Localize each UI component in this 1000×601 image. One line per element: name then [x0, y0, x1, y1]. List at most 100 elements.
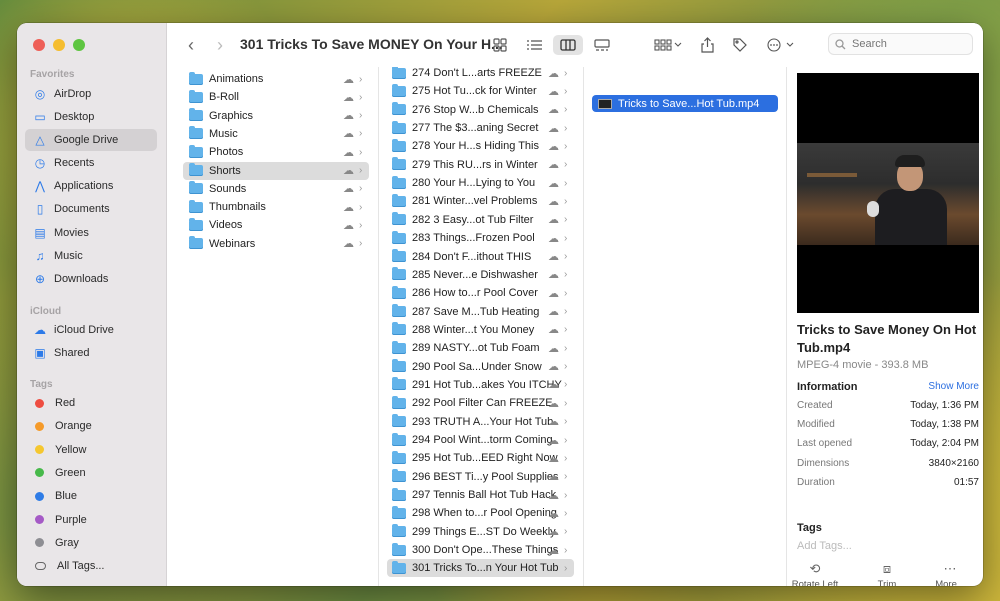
- cloud-download-icon[interactable]: ☁: [548, 415, 559, 428]
- search-input[interactable]: [852, 38, 962, 50]
- cloud-download-icon[interactable]: ☁: [548, 122, 559, 135]
- folder-row[interactable]: 277 The $3...aning Secret ☁ ›: [387, 119, 574, 137]
- show-more-link[interactable]: Show More: [928, 381, 979, 392]
- minimize-button[interactable]: [53, 39, 65, 51]
- folder-row[interactable]: Photos ☁ ›: [183, 143, 369, 161]
- folder-row[interactable]: Shorts ☁ ›: [183, 161, 369, 180]
- folder-row[interactable]: 289 NASTY...ot Tub Foam ☁ ›: [387, 339, 574, 357]
- cloud-download-icon[interactable]: ☁: [548, 360, 559, 373]
- cloud-download-icon[interactable]: ☁: [343, 201, 354, 214]
- cloud-download-icon[interactable]: ☁: [343, 219, 354, 232]
- folder-row[interactable]: 299 Things E...ST Do Weekly ☁ ›: [387, 523, 574, 541]
- folder-row[interactable]: 290 Pool Sa...Under Snow ☁ ›: [387, 358, 574, 376]
- cloud-download-icon[interactable]: ☁: [343, 146, 354, 159]
- cloud-download-icon[interactable]: ☁: [548, 103, 559, 116]
- rotate-left-button[interactable]: ⟲ Rotate Left: [785, 561, 845, 586]
- cloud-download-icon[interactable]: ☁: [548, 544, 559, 557]
- sidebar-tag-yellow[interactable]: Yellow: [25, 439, 157, 461]
- sidebar-item-downloads[interactable]: ⊕ Downloads: [25, 268, 157, 290]
- cloud-download-icon[interactable]: ☁: [548, 489, 559, 502]
- folder-row[interactable]: 285 Never...e Dishwasher ☁ ›: [387, 266, 574, 284]
- cloud-download-icon[interactable]: ☁: [548, 67, 559, 80]
- folder-row[interactable]: Sounds ☁ ›: [183, 180, 369, 198]
- trim-button[interactable]: ⧈ Trim: [857, 561, 917, 586]
- sidebar-item-recents[interactable]: ◷ Recents: [25, 152, 157, 174]
- folder-row[interactable]: Videos ☁ ›: [183, 216, 369, 234]
- sidebar-item-music[interactable]: ♫ Music: [25, 245, 157, 267]
- sidebar-item-airdrop[interactable]: ◎ AirDrop: [25, 83, 157, 105]
- folder-row[interactable]: Webinars ☁ ›: [183, 235, 369, 253]
- cloud-download-icon[interactable]: ☁: [548, 250, 559, 263]
- cloud-download-icon[interactable]: ☁: [548, 397, 559, 410]
- cloud-download-icon[interactable]: ☁: [548, 525, 559, 538]
- cloud-download-icon[interactable]: ☁: [548, 342, 559, 355]
- sidebar-tag-gray[interactable]: Gray: [25, 532, 157, 554]
- icon-view-button[interactable]: [490, 35, 510, 55]
- folder-row[interactable]: 278 Your H...s Hiding This ☁ ›: [387, 137, 574, 155]
- folder-row[interactable]: 283 Things...Frozen Pool ☁ ›: [387, 229, 574, 247]
- folder-row[interactable]: Animations ☁ ›: [183, 70, 369, 88]
- cloud-download-icon[interactable]: ☁: [548, 158, 559, 171]
- folder-row[interactable]: 279 This RU...rs in Winter ☁ ›: [387, 156, 574, 174]
- folder-row[interactable]: 301 Tricks To...n Your Hot Tub ›: [387, 559, 574, 578]
- cloud-download-icon[interactable]: ☁: [548, 195, 559, 208]
- cloud-download-icon[interactable]: ☁: [548, 470, 559, 483]
- column-view-button[interactable]: [553, 35, 583, 55]
- sidebar-item-icloud-drive[interactable]: ☁ iCloud Drive: [25, 319, 157, 341]
- cloud-download-icon[interactable]: ☁: [343, 127, 354, 140]
- sidebar-tag-orange[interactable]: Orange: [25, 415, 157, 437]
- action-menu-button[interactable]: [765, 35, 797, 55]
- sidebar-tag-all-tags[interactable]: All Tags...: [25, 555, 157, 577]
- cloud-download-icon[interactable]: ☁: [343, 73, 354, 86]
- folder-row[interactable]: 276 Stop W...b Chemicals ☁ ›: [387, 101, 574, 119]
- group-by-button[interactable]: [651, 35, 685, 55]
- sidebar-item-google-drive[interactable]: △ Google Drive: [25, 129, 157, 151]
- cloud-download-icon[interactable]: ☁: [343, 182, 354, 195]
- forward-button[interactable]: ›: [210, 35, 230, 56]
- cloud-download-icon[interactable]: ☁: [343, 237, 354, 250]
- folder-row[interactable]: Thumbnails ☁ ›: [183, 198, 369, 216]
- folder-row[interactable]: 274 Don't L...arts FREEZE ☁ ›: [387, 67, 574, 82]
- folder-row[interactable]: 293 TRUTH A...Your Hot Tub ☁ ›: [387, 413, 574, 431]
- cloud-download-icon[interactable]: ☁: [548, 323, 559, 336]
- cloud-download-icon[interactable]: ☁: [548, 232, 559, 245]
- folder-row[interactable]: 291 Hot Tub...akes You ITCHY ☁ ›: [387, 376, 574, 394]
- cloud-download-icon[interactable]: ☁: [548, 378, 559, 391]
- cloud-download-icon[interactable]: ☁: [343, 164, 354, 177]
- cloud-download-icon[interactable]: ☁: [548, 434, 559, 447]
- folder-row[interactable]: 300 Don't Ope...These Things ☁ ›: [387, 541, 574, 559]
- cloud-download-icon[interactable]: ☁: [548, 268, 559, 281]
- folder-row[interactable]: B-Roll ☁ ›: [183, 88, 369, 106]
- cloud-download-icon[interactable]: ☁: [343, 91, 354, 104]
- sidebar-tag-red[interactable]: Red: [25, 392, 157, 414]
- sidebar-item-documents[interactable]: ▯ Documents: [25, 198, 157, 220]
- sidebar-item-movies[interactable]: ▤ Movies: [25, 222, 157, 244]
- more-button[interactable]: ⋯ More...: [920, 561, 980, 586]
- sidebar-item-shared[interactable]: ▣ Shared: [25, 342, 157, 364]
- folder-row[interactable]: 288 Winter...t You Money ☁ ›: [387, 321, 574, 339]
- video-thumbnail[interactable]: [797, 73, 979, 313]
- folder-row[interactable]: 296 BEST Ti...y Pool Supplies ☁ ›: [387, 468, 574, 486]
- close-button[interactable]: [33, 39, 45, 51]
- folder-row[interactable]: 286 How to...r Pool Cover ☁ ›: [387, 284, 574, 302]
- back-button[interactable]: ‹: [181, 35, 201, 56]
- cloud-download-icon[interactable]: ☁: [548, 452, 559, 465]
- cloud-download-icon[interactable]: ☁: [343, 109, 354, 122]
- folder-row[interactable]: 282 3 Easy...ot Tub Filter ☁ ›: [387, 211, 574, 229]
- folder-row[interactable]: 281 Winter...vel Problems ☁ ›: [387, 192, 574, 210]
- folder-row[interactable]: 292 Pool Filter Can FREEZE ☁ ›: [387, 394, 574, 412]
- cloud-download-icon[interactable]: ☁: [548, 177, 559, 190]
- sidebar-tag-green[interactable]: Green: [25, 462, 157, 484]
- gallery-view-button[interactable]: [591, 35, 613, 55]
- folder-row[interactable]: 287 Save M...Tub Heating ☁ ›: [387, 303, 574, 321]
- zoom-button[interactable]: [73, 39, 85, 51]
- folder-row[interactable]: Graphics ☁ ›: [183, 107, 369, 125]
- share-button[interactable]: [697, 35, 717, 55]
- sidebar-tag-purple[interactable]: Purple: [25, 509, 157, 531]
- cloud-download-icon[interactable]: ☁: [548, 140, 559, 153]
- folder-row[interactable]: 295 Hot Tub...EED Right Now ☁ ›: [387, 449, 574, 467]
- folder-row[interactable]: Music ☁ ›: [183, 125, 369, 143]
- folder-row[interactable]: 275 Hot Tu...ck for Winter ☁ ›: [387, 82, 574, 100]
- sidebar-item-applications[interactable]: ⋀ Applications: [25, 175, 157, 197]
- sidebar-item-desktop[interactable]: ▭ Desktop: [25, 106, 157, 128]
